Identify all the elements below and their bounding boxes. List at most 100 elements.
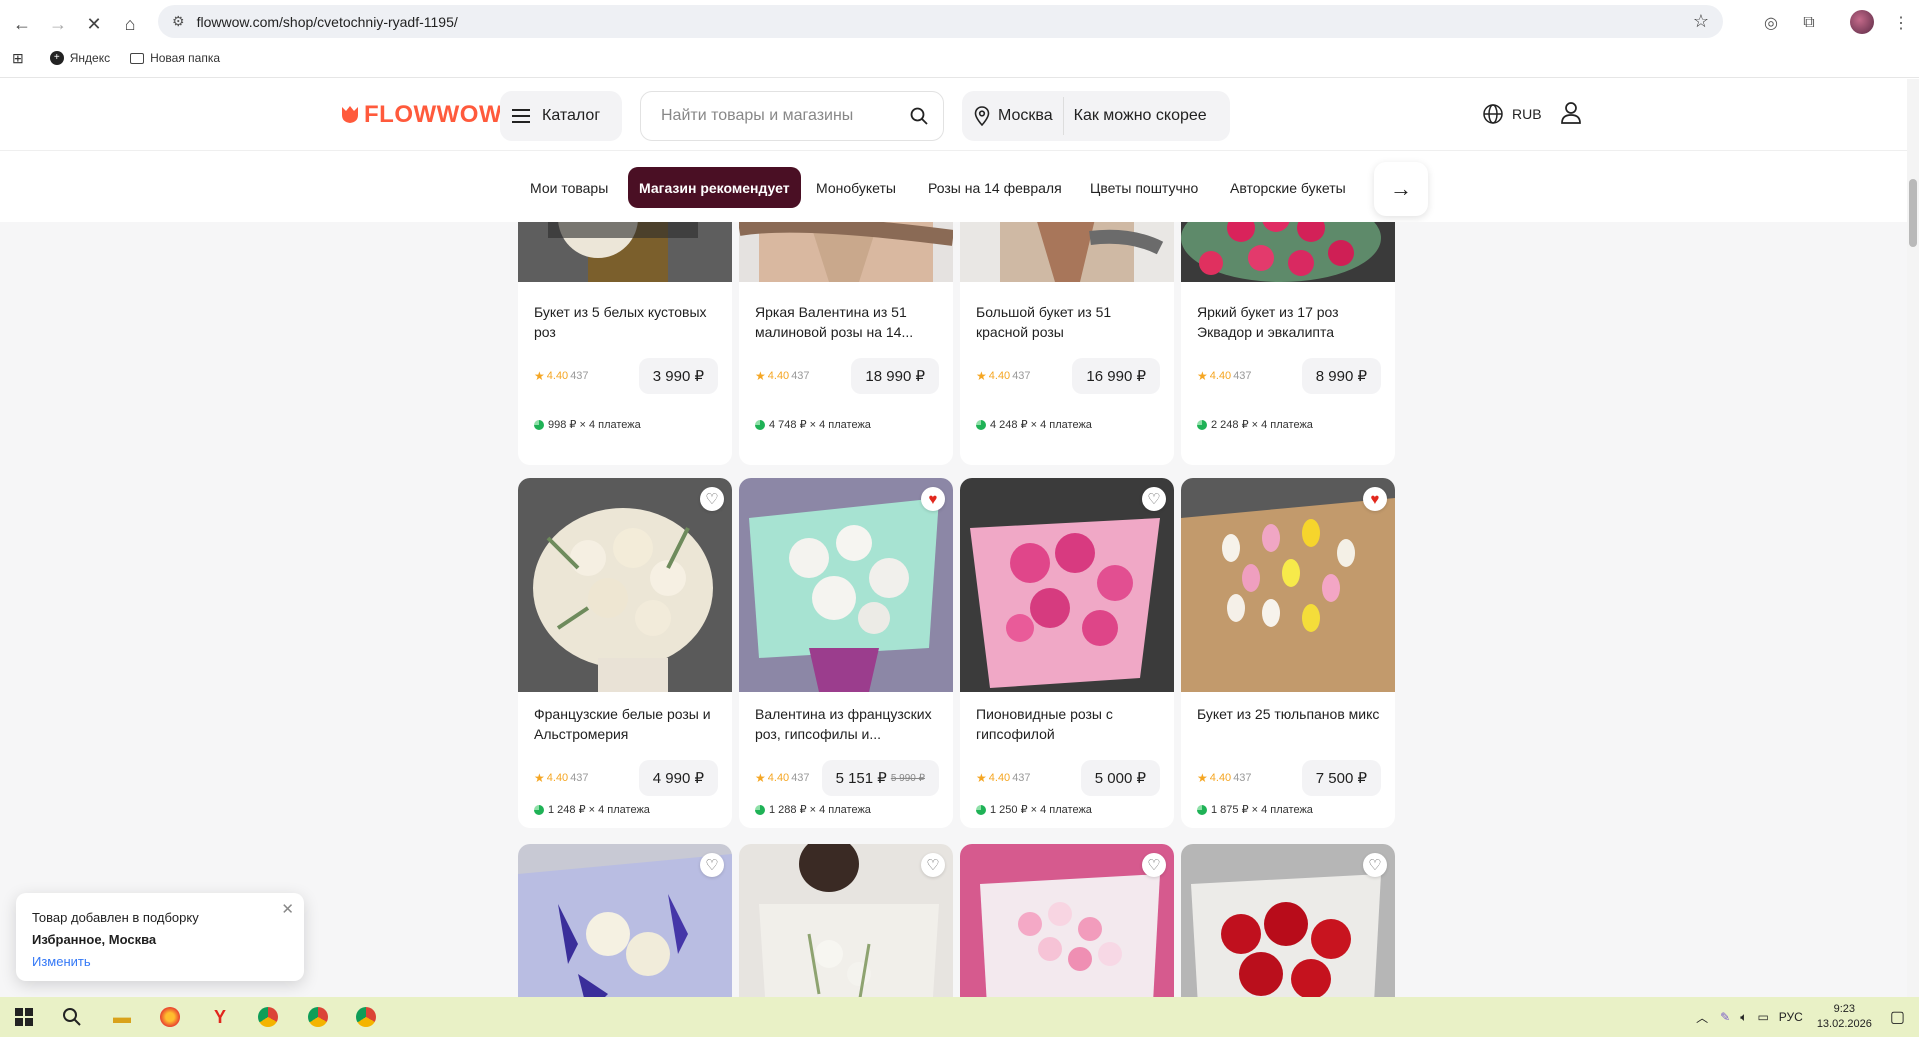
bookmark-new-folder[interactable]: Новая папка (130, 51, 220, 65)
price-button[interactable]: 8 990 ₽ (1301, 358, 1381, 394)
tab-roses-feb14[interactable]: Розы на 14 февраля (917, 167, 1073, 208)
tab-monobouquets[interactable]: Монобукеты (805, 167, 907, 208)
product-image[interactable] (518, 222, 732, 282)
city-label: Москва (998, 107, 1053, 124)
city-selector[interactable]: Москва (962, 97, 1064, 135)
toast-change-link[interactable]: Изменить (32, 951, 288, 973)
product-title[interactable]: Яркий букет из 17 роз Эквадор и эвкалипт… (1197, 302, 1387, 342)
location-pin-icon (974, 106, 990, 126)
chrome-icon[interactable] (304, 1003, 332, 1031)
favorite-heart-icon[interactable]: ♡ (700, 487, 724, 511)
product-title[interactable]: Большой букет из 51 красной розы (976, 302, 1166, 342)
close-icon[interactable]: ✕ (281, 899, 294, 921)
page-scrollbar[interactable] (1907, 79, 1919, 997)
bookmark-star-icon[interactable]: ☆ (1693, 11, 1709, 32)
product-card[interactable]: ♡ (960, 844, 1174, 997)
apps-icon[interactable]: ⊞ (12, 50, 24, 67)
product-card[interactable]: ♡ (518, 844, 732, 997)
location-selector[interactable]: Москва Как можно скорее (962, 91, 1230, 141)
tab-shop-recommends[interactable]: Магазин рекомендует (628, 167, 801, 208)
forward-icon[interactable]: → (42, 8, 74, 40)
search-icon[interactable] (909, 106, 929, 126)
language-indicator[interactable]: РУС (1779, 1010, 1803, 1024)
address-bar[interactable]: ⚙ flowwow.com/shop/cvetochniy-ryadf-1195… (158, 5, 1723, 38)
product-title[interactable]: Яркая Валентина из 51 малиновой розы на … (755, 302, 945, 342)
scrollbar-thumb[interactable] (1909, 179, 1917, 247)
product-image[interactable] (960, 222, 1174, 282)
url-text[interactable]: flowwow.com/shop/cvetochniy-ryadf-1195/ (197, 14, 458, 30)
tab-my-goods[interactable]: Мои товары (519, 167, 619, 208)
product-card[interactable]: Букет из 5 белых кустовых роз ★ 4.40 437… (518, 222, 732, 465)
network-icon[interactable]: ▭ (1757, 1010, 1768, 1024)
price-button[interactable]: 5 151 ₽ 5 990 ₽ (821, 760, 939, 796)
product-image[interactable] (739, 222, 953, 282)
menu-icon[interactable]: ⋮ (1886, 8, 1916, 38)
chevron-up-icon[interactable]: ︿ (1696, 1009, 1708, 1026)
extensions-icon[interactable]: ⧉ (1794, 8, 1824, 38)
catalog-button[interactable]: Каталог (500, 91, 622, 141)
favorite-heart-icon[interactable]: ♥ (1363, 487, 1387, 511)
favorite-heart-icon[interactable]: ♡ (700, 853, 724, 877)
stop-icon[interactable]: ✕ (78, 8, 110, 40)
chrome-icon[interactable] (254, 1003, 282, 1031)
user-icon[interactable] (1560, 101, 1582, 125)
product-card[interactable]: ♥ Букет из 25 тюльпанов микс ★ 4.40 437 … (1181, 478, 1395, 828)
product-image[interactable] (1181, 478, 1395, 692)
favorite-heart-icon[interactable]: ♥ (921, 487, 945, 511)
chrome-icon[interactable] (352, 1003, 380, 1031)
firefox-icon[interactable] (156, 1003, 184, 1031)
logo[interactable]: FLOWWOW (340, 101, 502, 129)
product-card[interactable]: ♡ (739, 844, 953, 997)
product-card[interactable]: ♡ Пионовидные розы с гипсофилой ★ 4.40 4… (960, 478, 1174, 828)
tab-author-bouquets[interactable]: Авторские букеты (1219, 167, 1357, 208)
product-image[interactable] (739, 478, 953, 692)
toast-collection-name: Избранное, Москва (32, 932, 157, 947)
product-title[interactable]: Букет из 5 белых кустовых роз (534, 302, 724, 342)
product-card[interactable]: ♡ (1181, 844, 1395, 997)
product-card[interactable]: Большой букет из 51 красной розы ★ 4.40 … (960, 222, 1174, 465)
product-image[interactable] (960, 478, 1174, 692)
tabs-next-arrow-icon[interactable]: → (1374, 162, 1428, 216)
back-icon[interactable]: ← (6, 8, 38, 40)
price-button[interactable]: 3 990 ₽ (638, 358, 718, 394)
profile-avatar[interactable] (1850, 10, 1874, 34)
translate-icon[interactable]: ◎ (1756, 8, 1786, 38)
favorite-heart-icon[interactable]: ♡ (921, 853, 945, 877)
price-button[interactable]: 16 990 ₽ (1072, 358, 1160, 394)
price-button[interactable]: 18 990 ₽ (851, 358, 939, 394)
favorite-heart-icon[interactable]: ♡ (1142, 853, 1166, 877)
site-info-icon[interactable]: ⚙ (172, 13, 185, 30)
notifications-icon[interactable]: ▢ (1890, 1007, 1905, 1027)
product-title[interactable]: Пионовидные розы с гипсофилой (976, 704, 1166, 744)
product-card[interactable]: Яркий букет из 17 роз Эквадор и эвкалипт… (1181, 222, 1395, 465)
clock[interactable]: 9:23 13.02.2026 (1817, 1002, 1872, 1032)
favorite-heart-icon[interactable]: ♡ (1142, 487, 1166, 511)
installment-info: 1 250 ₽ × 4 платежа (976, 803, 1092, 816)
product-image[interactable] (1181, 222, 1395, 282)
tab-single-flowers[interactable]: Цветы поштучно (1079, 167, 1209, 208)
favorite-heart-icon[interactable]: ♡ (1363, 853, 1387, 877)
price-value: 5 000 ₽ (1094, 770, 1146, 787)
home-icon[interactable]: ⌂ (114, 8, 146, 40)
yandex-browser-icon[interactable]: Y (206, 1003, 234, 1031)
pen-icon[interactable]: ✎ (1720, 1010, 1730, 1024)
price-button[interactable]: 7 500 ₽ (1301, 760, 1381, 796)
price-button[interactable]: 4 990 ₽ (638, 760, 718, 796)
product-card[interactable]: ♥ Валентина из французских роз, гипсофил… (739, 478, 953, 828)
product-title[interactable]: Французские белые розы и Альстромерия (534, 704, 724, 744)
delivery-time[interactable]: Как можно скорее (1064, 107, 1207, 125)
currency-selector[interactable]: RUB (1482, 103, 1542, 125)
price-value: 7 500 ₽ (1315, 770, 1367, 787)
product-image[interactable] (518, 478, 732, 692)
bookmark-yandex[interactable]: + Яндекс (49, 51, 110, 65)
file-explorer-icon[interactable]: ▬ (108, 1003, 136, 1031)
product-title[interactable]: Валентина из французских роз, гипсофилы … (755, 704, 945, 744)
product-card[interactable]: ♡ Французские белые розы и Альстромерия … (518, 478, 732, 828)
price-button[interactable]: 5 000 ₽ (1080, 760, 1160, 796)
volume-icon[interactable]: 🔈︎ (1740, 1010, 1747, 1025)
search-field[interactable]: Найти товары и магазины (640, 91, 944, 141)
windows-start-icon[interactable] (10, 1003, 38, 1031)
search-icon[interactable] (58, 1003, 86, 1031)
product-title[interactable]: Букет из 25 тюльпанов микс (1197, 704, 1387, 724)
product-card[interactable]: Яркая Валентина из 51 малиновой розы на … (739, 222, 953, 465)
